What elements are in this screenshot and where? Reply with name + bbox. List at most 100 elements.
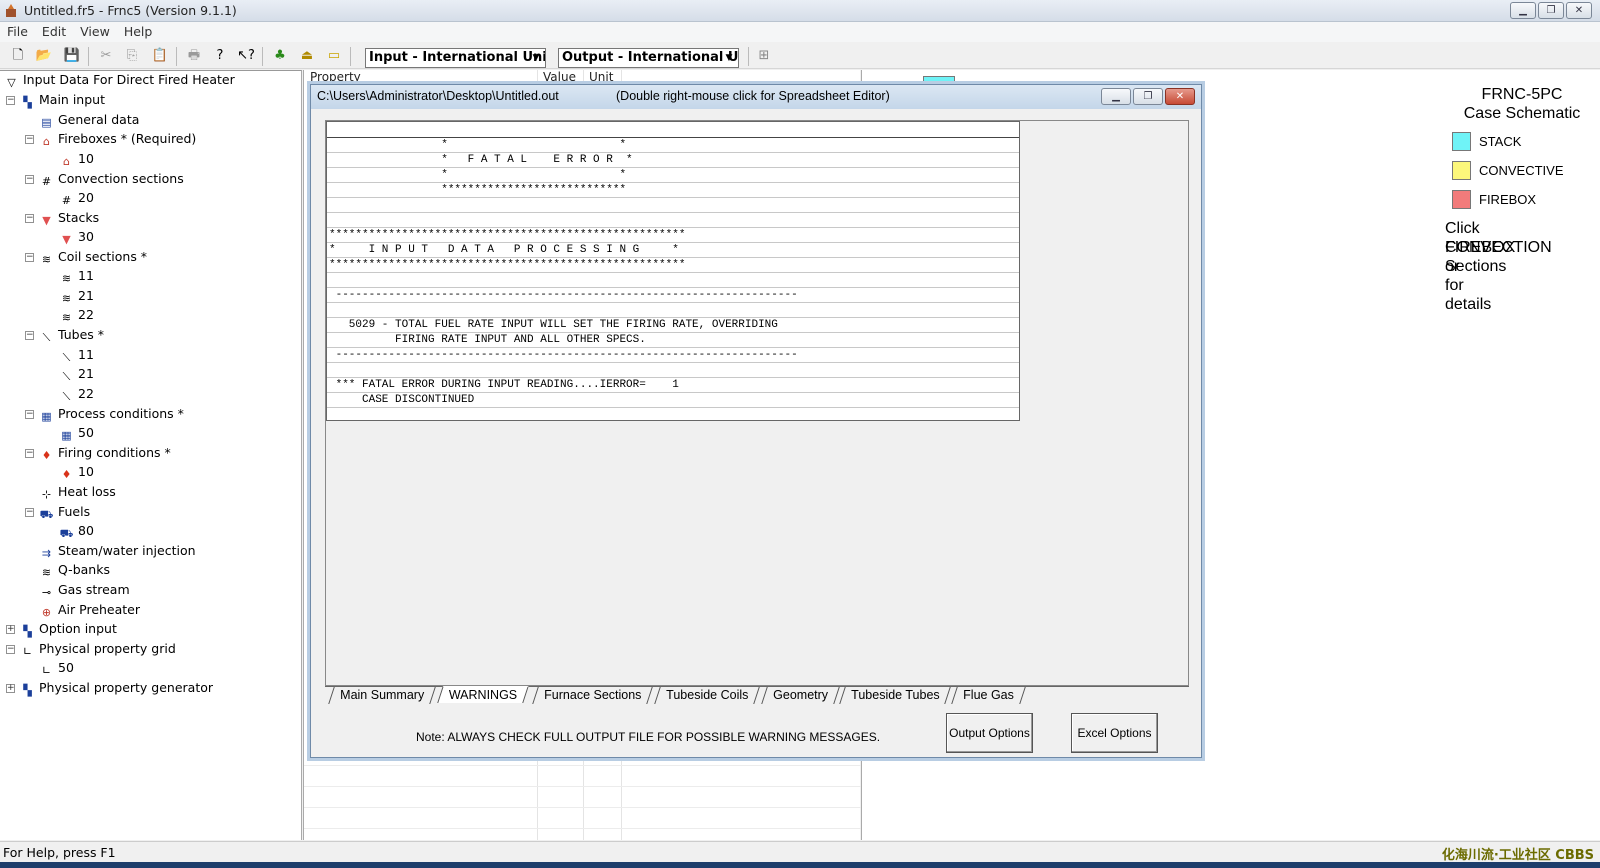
- tree-item-gas-stream[interactable]: ⊸ Gas stream: [39, 581, 130, 599]
- dialog-close-button[interactable]: ✕: [1165, 88, 1195, 105]
- menu-file[interactable]: File: [0, 22, 35, 41]
- taskbar: [0, 862, 1600, 868]
- expand-toggle[interactable]: −: [25, 214, 34, 223]
- new-file-icon[interactable]: 🗋: [8, 47, 28, 65]
- tree-item-coil-11[interactable]: ≋ 11: [59, 267, 94, 285]
- expand-toggle[interactable]: −: [6, 645, 15, 654]
- tree-item-coil-22[interactable]: ≋ 22: [59, 306, 94, 324]
- tree-item-physical-property-grid[interactable]: ∟ Physical property grid: [20, 640, 176, 658]
- tree-item-stack-30[interactable]: ▼ 30: [59, 228, 94, 246]
- tree-item-stacks[interactable]: ▼ Stacks: [39, 209, 99, 227]
- tab-label: WARNINGS: [448, 688, 518, 702]
- run-icon[interactable]: ⏏: [297, 47, 317, 65]
- tree-item-fuels[interactable]: ⛟ Fuels: [39, 503, 91, 521]
- input-tree-panel: ▽ Input Data For Direct Fired Heater − ▚ M…: [0, 70, 302, 840]
- tree-label: 10: [78, 464, 94, 479]
- watermark-text: 化海川流·工业社区 CBBS: [1441, 848, 1594, 863]
- tree-item-firebox-10[interactable]: ⌂ 10: [59, 150, 94, 168]
- tab-tubeside-tubes[interactable]: Tubeside Tubes: [839, 687, 952, 704]
- output-units-select[interactable]: Output - International Uni ▼: [558, 48, 739, 68]
- tree-item-coil-21[interactable]: ≋ 21: [59, 287, 94, 305]
- tree-item-convection-20[interactable]: #20: [59, 189, 94, 207]
- tree-label: Q-banks: [58, 562, 110, 577]
- expand-toggle[interactable]: +: [6, 684, 15, 693]
- tab-warnings[interactable]: WARNINGS: [437, 686, 530, 703]
- tab-label: Tubeside Coils: [666, 688, 749, 702]
- tree-item-fireboxes[interactable]: ⌂ Fireboxes * (Required): [39, 130, 196, 148]
- tree-item-option-input[interactable]: ▚ Option input: [20, 620, 117, 638]
- folder-icon[interactable]: ▭: [324, 47, 344, 65]
- coil-icon: ≋: [61, 272, 72, 285]
- tree-item-tube-21[interactable]: ⟍ 21: [59, 365, 94, 383]
- tree-item-heat-loss[interactable]: ⊹ Heat loss: [39, 483, 116, 501]
- tree-view-icon[interactable]: ⊞: [754, 47, 774, 65]
- tab-label: Furnace Sections: [544, 688, 642, 702]
- output-options-button[interactable]: Output Options: [946, 713, 1033, 753]
- tree-item-main-input[interactable]: ▚ Main input: [20, 91, 105, 109]
- expand-toggle[interactable]: −: [25, 449, 34, 458]
- legend-swatch-convective: [1452, 161, 1471, 180]
- tree-item-process-conditions[interactable]: ▦ Process conditions *: [39, 405, 184, 423]
- tree-item-convection-sections[interactable]: # Convection sections: [39, 170, 184, 188]
- expand-toggle[interactable]: −: [25, 410, 34, 419]
- tree-item-grid-50[interactable]: ∟ 50: [39, 659, 74, 677]
- expand-toggle[interactable]: −: [6, 96, 15, 105]
- schematic-stack-shape[interactable]: [923, 76, 955, 82]
- expand-toggle[interactable]: −: [25, 331, 34, 340]
- tree-item-q-banks[interactable]: ≋ Q-banks: [39, 561, 110, 579]
- schematic-subtitle: Case Schematic: [1463, 105, 1581, 122]
- dialog-minimize-button[interactable]: ▁: [1101, 88, 1131, 105]
- save-icon[interactable]: 💾: [62, 47, 82, 65]
- expand-toggle[interactable]: +: [6, 625, 15, 634]
- tree-item-air-preheater[interactable]: ⊕ Air Preheater: [39, 601, 140, 619]
- expand-toggle[interactable]: −: [25, 253, 34, 262]
- cut-icon[interactable]: ✂: [96, 47, 116, 65]
- menu-help[interactable]: Help: [117, 22, 160, 41]
- expand-toggle[interactable]: −: [25, 175, 34, 184]
- open-folder-icon[interactable]: 📂: [34, 47, 54, 65]
- dialog-maximize-button[interactable]: ❐: [1133, 88, 1163, 105]
- copy-icon[interactable]: ⎘: [122, 47, 142, 65]
- output-dialog: C:\Users\Administrator\Desktop\Untitled.…: [310, 84, 1202, 758]
- tree-item-process-50[interactable]: ▦ 50: [59, 424, 94, 442]
- maximize-button[interactable]: ❐: [1538, 2, 1564, 19]
- minimize-button[interactable]: ▁: [1510, 2, 1536, 19]
- tree-item-firing-conditions[interactable]: ♦ Firing conditions *: [39, 444, 171, 462]
- tree-item-tube-22[interactable]: ⟍ 22: [59, 385, 94, 403]
- help-icon[interactable]: ?: [210, 47, 230, 65]
- print-icon[interactable]: 🖶: [184, 47, 204, 65]
- tab-main-summary[interactable]: Main Summary: [328, 687, 436, 704]
- legend-label-stack: STACK: [1479, 134, 1522, 149]
- expand-toggle[interactable]: −: [25, 508, 34, 517]
- input-units-select[interactable]: Input - International Units ▼: [365, 48, 546, 68]
- tab-flue-gas[interactable]: Flue Gas: [951, 687, 1026, 704]
- tab-geometry[interactable]: Geometry: [761, 687, 840, 704]
- tree-label: Physical property generator: [39, 680, 214, 695]
- paste-icon[interactable]: 📋: [150, 47, 170, 65]
- firebox-icon: ⌂: [43, 135, 50, 148]
- general-data-icon: ▤: [41, 116, 52, 129]
- menu-edit[interactable]: Edit: [35, 22, 73, 41]
- tree-item-physical-property-generator[interactable]: ▚ Physical property generator: [20, 679, 213, 697]
- tree-item-coil-sections[interactable]: ≋ Coil sections *: [39, 248, 147, 266]
- tree-icon[interactable]: ♣: [270, 47, 290, 65]
- tab-tubeside-coils[interactable]: Tubeside Coils: [654, 687, 760, 704]
- menu-view[interactable]: View: [73, 22, 117, 41]
- tree-item-steam-water-injection[interactable]: ⇉ Steam/water injection: [39, 542, 196, 560]
- main-input-icon: ▚: [23, 96, 32, 109]
- tree-item-fuel-80[interactable]: ⛟ 80: [59, 522, 94, 540]
- tree-root[interactable]: ▽ Input Data For Direct Fired Heater: [4, 71, 235, 89]
- output-text-grid[interactable]: * * * F A T A L E R R O R * * * ********…: [326, 121, 1020, 421]
- tree-label: 22: [78, 307, 94, 322]
- expand-toggle[interactable]: −: [25, 135, 34, 144]
- excel-options-button[interactable]: Excel Options: [1071, 713, 1158, 753]
- tree-item-general-data[interactable]: ▤ General data: [39, 111, 139, 129]
- output-line: ****************************: [327, 183, 1019, 198]
- tree-item-tube-11[interactable]: ⟍ 11: [59, 346, 94, 364]
- context-help-icon[interactable]: ↖?: [236, 47, 256, 65]
- close-button[interactable]: ✕: [1566, 2, 1592, 19]
- tab-furnace-sections[interactable]: Furnace Sections: [532, 687, 654, 704]
- tree-item-firing-10[interactable]: ♦ 10: [59, 463, 94, 481]
- tree-label: 22: [78, 386, 94, 401]
- tree-item-tubes[interactable]: ⟍ Tubes *: [39, 326, 104, 344]
